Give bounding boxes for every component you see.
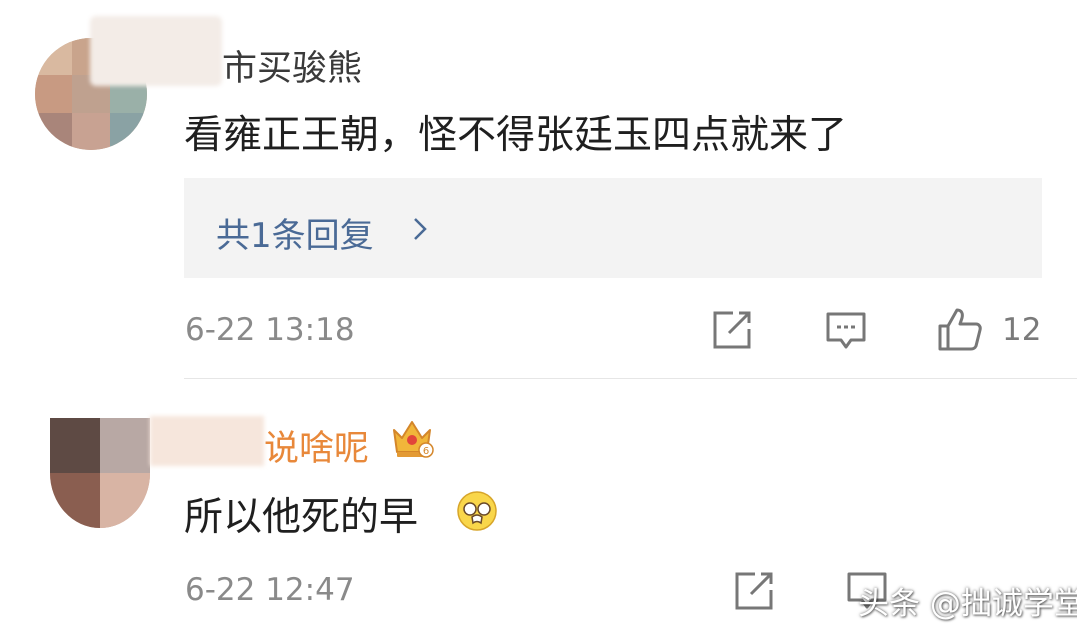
comment-timestamp: 6-22 13:18	[185, 312, 355, 348]
blurred-username-prefix	[150, 416, 264, 466]
watermark: 头条 @拙诚学堂	[858, 586, 1077, 622]
username[interactable]: 说啥呢	[264, 420, 369, 471]
blurred-username-prefix	[90, 16, 222, 86]
share-icon[interactable]	[733, 570, 775, 612]
comment-text: 所以他死的早	[184, 495, 419, 540]
username[interactable]: 市买骏熊	[222, 40, 362, 91]
crown-badge-icon: 6	[393, 421, 434, 458]
chevron-right-icon	[414, 218, 427, 240]
share-icon[interactable]	[711, 309, 753, 351]
replies-label: 共1条回复	[216, 216, 374, 256]
comment-divider	[184, 378, 1077, 379]
emoji-icon	[457, 491, 497, 531]
replies-link[interactable]: 共1条回复	[184, 178, 1042, 278]
like-count: 12	[1002, 312, 1042, 348]
comment-icon[interactable]	[825, 310, 867, 352]
like-icon[interactable]	[937, 306, 983, 352]
svg-text:6: 6	[423, 446, 429, 457]
comment-text: 看雍正王朝，怪不得张廷玉四点就来了	[184, 113, 848, 158]
comment-timestamp: 6-22 12:47	[185, 572, 355, 608]
avatar[interactable]	[50, 418, 150, 528]
